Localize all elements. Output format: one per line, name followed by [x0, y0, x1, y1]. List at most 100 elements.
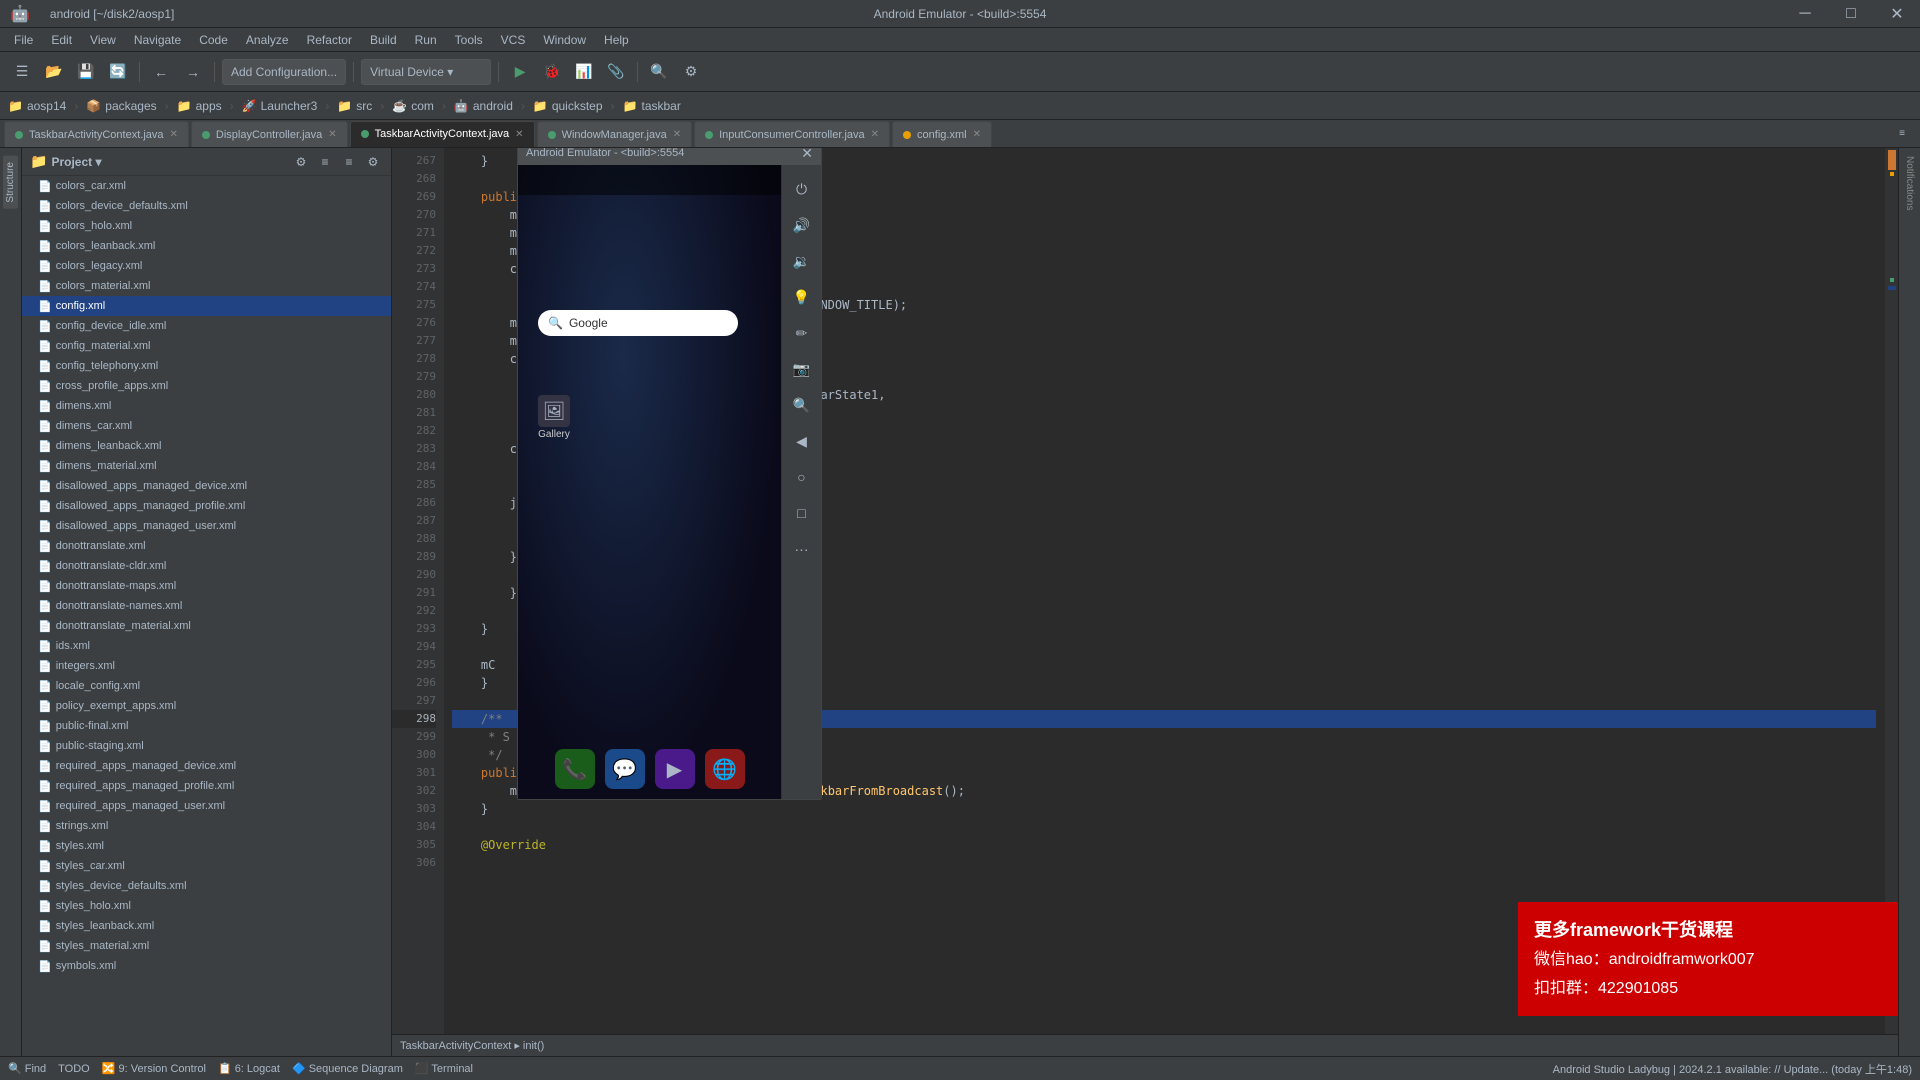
menu-item-refactor[interactable]: Refactor: [299, 31, 360, 49]
menu-item-tools[interactable]: Tools: [447, 31, 491, 49]
tab-config-xml[interactable]: config.xml ✕: [892, 121, 992, 147]
tree-item[interactable]: 📄required_apps_managed_device.xml: [22, 756, 391, 776]
tree-item[interactable]: 📄donottranslate_material.xml: [22, 616, 391, 636]
right-panel-notifications[interactable]: Notifications: [1902, 152, 1917, 214]
tree-item[interactable]: 📄integers.xml: [22, 656, 391, 676]
bookmark-taskbar[interactable]: 📁 taskbar: [623, 99, 681, 113]
emu-power-btn[interactable]: ⏻: [788, 175, 816, 203]
bookmark-android[interactable]: 🤖 android: [454, 99, 513, 113]
bookmark-packages[interactable]: 📦 packages: [86, 99, 156, 113]
tree-item[interactable]: 📄colors_device_defaults.xml: [22, 196, 391, 216]
close-button[interactable]: ✕: [1874, 0, 1920, 28]
dock-messages-icon[interactable]: 💬: [605, 749, 645, 789]
bookmark-launcher3[interactable]: 🚀 Launcher3: [242, 99, 318, 113]
bookmark-aosp14[interactable]: 📁 aosp14: [8, 99, 66, 113]
bookmark-quickstep[interactable]: 📁 quickstep: [533, 99, 603, 113]
sidebar-collapse-icon[interactable]: ≡: [339, 152, 359, 172]
toolbar-save[interactable]: 💾: [72, 58, 100, 86]
tree-item[interactable]: 📄donottranslate-names.xml: [22, 596, 391, 616]
tree-item[interactable]: 📄styles_leanback.xml: [22, 916, 391, 936]
tab-window-manager[interactable]: WindowManager.java ✕: [537, 121, 693, 147]
emu-vol-up-btn[interactable]: 🔊: [788, 211, 816, 239]
tree-item[interactable]: 📄config_device_idle.xml: [22, 316, 391, 336]
tab-close-icon[interactable]: ✕: [170, 129, 178, 140]
status-terminal[interactable]: ⬛ Terminal: [415, 1062, 473, 1075]
tree-item[interactable]: 📄dimens_material.xml: [22, 456, 391, 476]
toolbar-sync[interactable]: 🔄: [104, 58, 132, 86]
settings-button[interactable]: ⚙: [677, 58, 705, 86]
emu-back-btn[interactable]: ◀: [788, 427, 816, 455]
tab-display-controller[interactable]: DisplayController.java ✕: [191, 121, 348, 147]
emu-camera-btn[interactable]: 📷: [788, 355, 816, 383]
emu-zoom-btn[interactable]: 🔍: [788, 391, 816, 419]
toolbar-back[interactable]: ←: [147, 58, 175, 86]
tree-item[interactable]: 📄colors_material.xml: [22, 276, 391, 296]
emu-more-btn[interactable]: ···: [788, 535, 816, 563]
toolbar-open[interactable]: 📂: [40, 58, 68, 86]
status-find[interactable]: 🔍 Find: [8, 1062, 46, 1075]
status-logcat[interactable]: 📋 6: Logcat: [218, 1062, 280, 1075]
emulator-window[interactable]: Android Emulator - <build>:5554 ✕ 🔍 Goog…: [517, 148, 822, 800]
toolbar-forward[interactable]: →: [179, 58, 207, 86]
tree-item[interactable]: 📄donottranslate-cldr.xml: [22, 556, 391, 576]
search-everywhere-button[interactable]: 🔍: [645, 58, 673, 86]
debug-button[interactable]: 🐞: [538, 58, 566, 86]
tree-item[interactable]: 📄config_material.xml: [22, 336, 391, 356]
attach-button[interactable]: 📎: [602, 58, 630, 86]
tree-item[interactable]: 📄disallowed_apps_managed_device.xml: [22, 476, 391, 496]
tree-item[interactable]: 📄symbols.xml: [22, 956, 391, 976]
add-config-dropdown[interactable]: Add Configuration...: [222, 59, 346, 85]
dock-phone-icon[interactable]: 📞: [555, 749, 595, 789]
tree-item[interactable]: 📄donottranslate-maps.xml: [22, 576, 391, 596]
tree-item[interactable]: 📄colors_leanback.xml: [22, 236, 391, 256]
virtual-device-dropdown[interactable]: Virtual Device ▾: [361, 59, 491, 85]
tree-item[interactable]: 📄colors_car.xml: [22, 176, 391, 196]
tree-item[interactable]: 📄required_apps_managed_user.xml: [22, 796, 391, 816]
vtab-structure[interactable]: Structure: [3, 156, 18, 209]
status-todo[interactable]: TODO: [58, 1063, 90, 1075]
tab-taskbar-activity-2[interactable]: TaskbarActivityContext.java ✕: [350, 121, 535, 147]
tree-item[interactable]: 📄dimens_leanback.xml: [22, 436, 391, 456]
emu-edit-btn[interactable]: ✏: [788, 319, 816, 347]
menu-item-build[interactable]: Build: [362, 31, 405, 49]
bookmark-src[interactable]: 📁 src: [337, 99, 372, 113]
tree-item[interactable]: 📄disallowed_apps_managed_profile.xml: [22, 496, 391, 516]
tree-item[interactable]: 📄public-final.xml: [22, 716, 391, 736]
tree-item[interactable]: 📄styles_device_defaults.xml: [22, 876, 391, 896]
tree-item[interactable]: 📄config.xml: [22, 296, 391, 316]
tree-item[interactable]: 📄dimens_car.xml: [22, 416, 391, 436]
tree-item[interactable]: 📄policy_exempt_apps.xml: [22, 696, 391, 716]
tab-input-consumer[interactable]: InputConsumerController.java ✕: [694, 121, 890, 147]
tree-item[interactable]: 📄cross_profile_apps.xml: [22, 376, 391, 396]
emu-brightness-btn[interactable]: 💡: [788, 283, 816, 311]
tree-item[interactable]: 📄colors_legacy.xml: [22, 256, 391, 276]
menu-item-window[interactable]: Window: [535, 31, 594, 49]
emu-home-btn[interactable]: ○: [788, 463, 816, 491]
restore-button[interactable]: □: [1828, 0, 1874, 28]
tree-item[interactable]: 📄dimens.xml: [22, 396, 391, 416]
tab-close-icon[interactable]: ✕: [515, 129, 523, 140]
dock-play-icon[interactable]: ▶: [655, 749, 695, 789]
tree-item[interactable]: 📄ids.xml: [22, 636, 391, 656]
menu-item-navigate[interactable]: Navigate: [126, 31, 189, 49]
tab-close-icon[interactable]: ✕: [328, 129, 336, 140]
tree-item[interactable]: 📄styles_holo.xml: [22, 896, 391, 916]
minimize-button[interactable]: ─: [1782, 0, 1828, 28]
tab-list-button[interactable]: ≡: [1888, 120, 1916, 147]
sidebar-settings-icon[interactable]: ⚙: [363, 152, 383, 172]
menu-item-vcs[interactable]: VCS: [493, 31, 534, 49]
menu-item-run[interactable]: Run: [407, 31, 445, 49]
sidebar-expand-icon[interactable]: ≡: [315, 152, 335, 172]
tab-close-icon[interactable]: ✕: [871, 129, 879, 140]
menu-item-edit[interactable]: Edit: [43, 31, 80, 49]
tree-item[interactable]: 📄strings.xml: [22, 816, 391, 836]
tab-close-icon[interactable]: ✕: [673, 129, 681, 140]
menu-item-view[interactable]: View: [82, 31, 124, 49]
emu-vol-down-btn[interactable]: 🔉: [788, 247, 816, 275]
bookmark-apps[interactable]: 📁 apps: [177, 99, 222, 113]
dock-chrome-icon[interactable]: 🌐: [705, 749, 745, 789]
tree-item[interactable]: 📄styles_car.xml: [22, 856, 391, 876]
emulator-gallery-icon-container[interactable]: 🖼 Gallery: [538, 395, 570, 440]
status-sequence-diagram[interactable]: 🔷 Sequence Diagram: [292, 1062, 403, 1075]
emulator-search-bar[interactable]: 🔍 Google: [538, 310, 738, 336]
